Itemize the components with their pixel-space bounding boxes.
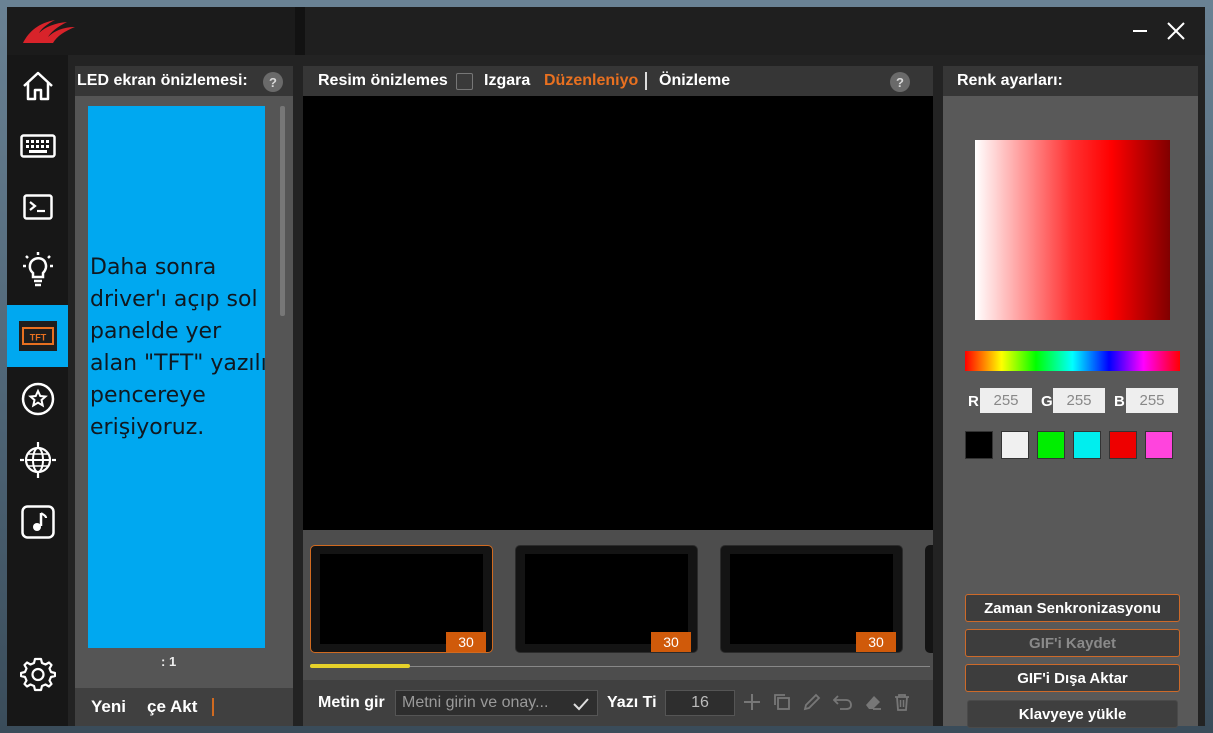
svg-text:TFT: TFT <box>29 333 46 343</box>
eraser-icon[interactable] <box>864 693 882 711</box>
gear-icon <box>19 657 56 692</box>
sidebar-item-lighting[interactable] <box>7 239 68 301</box>
swatch-cyan[interactable] <box>1073 431 1101 459</box>
timeline-scroll-thumb[interactable] <box>310 664 410 668</box>
hue-slider[interactable] <box>965 351 1180 371</box>
sidebar-item-macro[interactable] <box>7 176 68 238</box>
frame-image <box>730 554 893 644</box>
sidebar-item-profile[interactable] <box>7 368 68 430</box>
color-settings-header: Renk ayarları: <box>943 66 1198 96</box>
swatch-black[interactable] <box>965 431 993 459</box>
swatch-white[interactable] <box>1001 431 1029 459</box>
brand-logo-icon <box>23 20 75 43</box>
tab-preview[interactable]: Önizleme <box>659 72 730 90</box>
minimize-button[interactable] <box>1125 17 1155 45</box>
frame-thumbnail[interactable]: 30 <box>310 545 493 653</box>
g-label: G <box>1041 393 1053 410</box>
globe-icon <box>19 442 56 478</box>
title-separator <box>295 7 305 55</box>
sidebar-item-keyboard[interactable] <box>7 115 68 177</box>
color-settings-title: Renk ayarları: <box>957 72 1063 89</box>
title-bar <box>7 7 1205 55</box>
save-gif-button[interactable]: GIF'i Kaydet <box>965 629 1180 657</box>
b-label: B <box>1114 393 1125 410</box>
led-help-button[interactable]: ? <box>263 72 283 92</box>
frame-thumbnail[interactable]: 30 <box>720 545 903 653</box>
frame-duration-badge[interactable]: 30 <box>446 632 486 652</box>
pencil-icon[interactable] <box>803 693 821 711</box>
close-icon <box>1167 22 1185 40</box>
swatch-pink[interactable] <box>1145 431 1173 459</box>
frame-image <box>320 554 483 644</box>
b-input[interactable]: 255 <box>1126 388 1178 413</box>
frame-image <box>525 554 688 644</box>
frame-thumbnail[interactable]: 30 <box>515 545 698 653</box>
export-gif-button[interactable]: GIF'i Dışa Aktar <box>965 664 1180 692</box>
text-input-label: Metin gir <box>318 694 385 711</box>
sidebar-item-home[interactable] <box>7 55 68 117</box>
led-preview-header: LED ekran önizlemesi: ? <box>75 66 293 96</box>
swatch-red[interactable] <box>1109 431 1137 459</box>
trash-icon[interactable] <box>893 693 911 711</box>
add-icon[interactable] <box>743 693 761 711</box>
left-bottom-bar: Yeni çe Akt <box>75 688 293 726</box>
minimize-icon <box>1133 30 1147 32</box>
lightbulb-icon <box>22 252 53 287</box>
keyboard-icon <box>19 134 56 158</box>
time-sync-button[interactable]: Zaman Senkronizasyonu <box>965 594 1180 622</box>
undo-icon[interactable] <box>833 693 853 711</box>
r-input[interactable]: 255 <box>980 388 1032 413</box>
tab-grid[interactable]: Izgara <box>484 72 530 90</box>
led-preview-panel: LED ekran önizlemesi: ? Daha sonra drive… <box>75 66 293 726</box>
g-input[interactable]: 255 <box>1053 388 1105 413</box>
sidebar-item-network[interactable] <box>7 429 68 491</box>
tab-image-preview[interactable]: Resim önizlemes <box>318 72 448 90</box>
music-icon <box>20 505 55 539</box>
frame-duration-badge[interactable]: 30 <box>651 632 691 652</box>
upload-to-keyboard-button[interactable]: Klavyeye yükle <box>967 700 1178 728</box>
font-size-input[interactable]: 16 <box>665 690 735 716</box>
terminal-icon <box>22 194 53 220</box>
text-toolbar: Metin gir Metni girin ve onay... Yazı Ti… <box>303 680 933 726</box>
close-button[interactable] <box>1161 17 1191 45</box>
editor-tabs-header: Resim önizlemes Izgara Düzenleniyo Önizl… <box>303 66 933 96</box>
led-preview-title: LED ekran önizlemesi: <box>77 72 248 89</box>
logo-area <box>7 7 295 55</box>
font-size-label: Yazı Ti <box>607 694 657 711</box>
frame-duration-badge[interactable]: 30 <box>856 632 896 652</box>
color-saturation-picker[interactable] <box>975 140 1170 320</box>
image-editor-panel: Resim önizlemes Izgara Düzenleniyo Önizl… <box>303 66 933 726</box>
text-input-placeholder: Metni girin ve onay... <box>402 694 549 711</box>
tab-edit[interactable]: Düzenleniyo <box>544 72 638 90</box>
grid-checkbox[interactable] <box>456 73 473 90</box>
sidebar: TFT <box>7 55 68 726</box>
frames-timeline: 30 30 30 <box>303 530 933 680</box>
color-settings-panel: Renk ayarları: R 255 G 255 B 255 Zaman S… <box>943 66 1198 728</box>
tft-icon: TFT <box>18 321 57 351</box>
home-icon <box>22 71 53 101</box>
frame-thumbnail-partial[interactable] <box>925 545 933 653</box>
aspect-ratio-label: : 1 <box>161 654 177 669</box>
help-icon: ? <box>896 74 904 90</box>
edit-canvas[interactable] <box>303 96 933 530</box>
tab-divider <box>645 72 647 90</box>
font-size-value: 16 <box>691 694 709 711</box>
star-circle-icon <box>21 382 54 416</box>
divider <box>212 698 214 716</box>
copy-icon[interactable] <box>773 693 791 711</box>
new-button[interactable]: Yeni <box>91 697 126 717</box>
import-button[interactable]: çe Akt <box>147 697 197 717</box>
editor-help-button[interactable]: ? <box>890 72 910 92</box>
r-label: R <box>968 393 979 410</box>
text-input[interactable]: Metni girin ve onay... <box>395 690 598 716</box>
led-preview-scrollbar[interactable] <box>280 106 285 316</box>
sidebar-item-music[interactable] <box>7 491 68 553</box>
app-window: TFT LED ekran önizlemesi: ? Daha sonra d… <box>7 7 1205 728</box>
swatch-green[interactable] <box>1037 431 1065 459</box>
sidebar-item-tft[interactable]: TFT <box>7 305 68 367</box>
led-preview-text: Daha sonra driver'ı açıp sol panelde yer… <box>90 255 267 440</box>
help-icon: ? <box>269 74 277 90</box>
confirm-check-icon[interactable] <box>573 697 589 711</box>
settings-button[interactable] <box>7 643 68 705</box>
